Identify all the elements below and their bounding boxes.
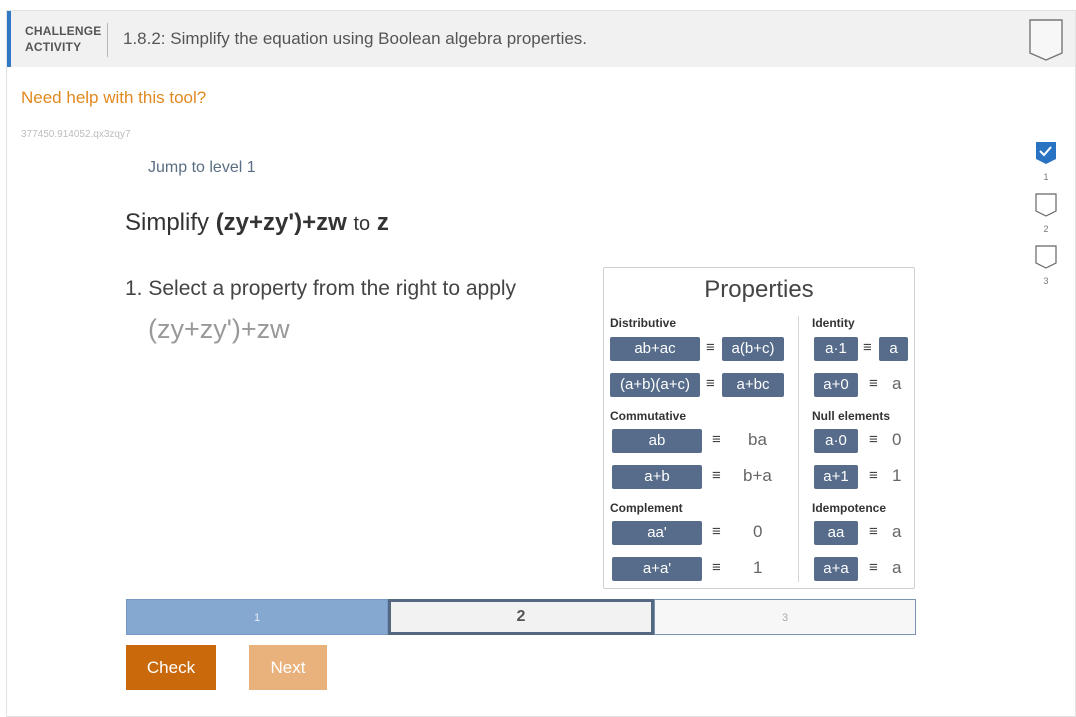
equiv-symbol: ≡ <box>869 467 878 484</box>
category-identity: Identity <box>812 316 855 330</box>
property-distributive2-expand-button[interactable]: a+bc <box>722 373 784 397</box>
current-expression: (zy+zy')+zw <box>148 314 290 344</box>
problem-target: z <box>376 209 389 236</box>
side-level-number: 1 <box>1043 172 1049 182</box>
complement-or-result: 1 <box>753 558 763 577</box>
commutative-or-result: b+a <box>743 466 772 485</box>
equiv-symbol: ≡ <box>869 431 878 448</box>
properties-title: Properties <box>704 276 814 303</box>
property-commutative-or-button[interactable]: a+b <box>612 465 702 489</box>
header-divider <box>107 23 108 57</box>
property-null-and-button[interactable]: a·0 <box>814 429 858 453</box>
header-accent-bar <box>7 11 11 67</box>
equiv-symbol: ≡ <box>712 431 721 448</box>
null-and-result: 0 <box>892 430 902 449</box>
category-null-elements: Null elements <box>812 409 891 423</box>
property-distributive-factor-button[interactable]: ab+ac <box>610 337 700 361</box>
equiv-symbol: ≡ <box>869 523 878 540</box>
equiv-symbol: ≡ <box>706 375 715 392</box>
level-incomplete-badge-icon <box>1035 245 1057 269</box>
identity-or-result: a <box>892 374 902 393</box>
category-complement: Complement <box>610 501 683 515</box>
equiv-symbol: ≡ <box>706 339 715 356</box>
activity-type-line1: CHALLENGE <box>25 24 102 38</box>
property-distributive2-factor-button[interactable]: (a+b)(a+c) <box>610 373 700 397</box>
properties-divider <box>798 316 799 582</box>
equiv-symbol: ≡ <box>869 559 878 576</box>
category-distributive: Distributive <box>610 316 677 330</box>
activity-type-label: CHALLENGE ACTIVITY <box>25 23 101 55</box>
property-idempotence-and-button[interactable]: aa <box>814 521 858 545</box>
problem-prefix: Simplify <box>125 209 210 236</box>
level-progress-bar: 1 2 3 <box>126 599 916 635</box>
side-level-1[interactable]: 1 <box>1035 141 1057 182</box>
property-identity-and-button[interactable]: a·1 <box>814 337 858 361</box>
level-segment-3[interactable]: 3 <box>654 599 916 635</box>
problem-to: to <box>353 213 371 235</box>
next-button[interactable]: Next <box>249 645 327 690</box>
property-complement-or-button[interactable]: a+a' <box>612 557 702 581</box>
activity-header: CHALLENGE ACTIVITY 1.8.2: Simplify the e… <box>7 11 1075 67</box>
side-level-2[interactable]: 2 <box>1035 193 1057 234</box>
completion-badge-icon <box>1029 19 1063 61</box>
property-identity-or-button[interactable]: a+0 <box>814 373 858 397</box>
level-incomplete-badge-icon <box>1035 193 1057 217</box>
property-null-or-button[interactable]: a+1 <box>814 465 858 489</box>
level-segment-2[interactable]: 2 <box>388 599 654 635</box>
property-idempotence-or-button[interactable]: a+a <box>814 557 858 581</box>
activity-type-line2: ACTIVITY <box>25 40 82 54</box>
help-link[interactable]: Need help with this tool? <box>21 88 206 108</box>
equiv-symbol: ≡ <box>712 559 721 576</box>
complement-and-result: 0 <box>753 522 763 541</box>
problem-statement: Simplify (zy+zy')+zw to z <box>125 209 389 237</box>
category-commutative: Commutative <box>610 409 687 423</box>
activity-title: 1.8.2: Simplify the equation using Boole… <box>123 29 588 48</box>
jump-to-level-link[interactable]: Jump to level 1 <box>148 159 256 177</box>
level-segment-1[interactable]: 1 <box>126 599 388 635</box>
idempotence-or-result: a <box>892 558 902 577</box>
challenge-activity-frame: CHALLENGE ACTIVITY 1.8.2: Simplify the e… <box>6 10 1076 717</box>
property-identity-and-result-button[interactable]: a <box>879 337 908 361</box>
commutative-and-result: ba <box>748 430 767 449</box>
category-idempotence: Idempotence <box>812 501 887 515</box>
check-button[interactable]: Check <box>126 645 216 690</box>
side-level-3[interactable]: 3 <box>1035 245 1057 286</box>
equiv-symbol: ≡ <box>863 339 872 356</box>
side-level-number: 2 <box>1043 224 1049 234</box>
properties-panel: Properties Distributive ab+ac ≡ a(b+c) (… <box>603 267 915 589</box>
level-completed-check-icon <box>1036 142 1056 164</box>
activity-id: 377450.914052.qx3zqy7 <box>21 129 131 140</box>
property-commutative-and-button[interactable]: ab <box>612 429 702 453</box>
idempotence-and-result: a <box>892 522 902 541</box>
equiv-symbol: ≡ <box>712 523 721 540</box>
null-or-result: 1 <box>892 466 902 485</box>
property-complement-and-button[interactable]: aa' <box>612 521 702 545</box>
property-distributive-expand-button[interactable]: a(b+c) <box>722 337 784 361</box>
equiv-symbol: ≡ <box>712 467 721 484</box>
side-level-number: 3 <box>1043 276 1049 286</box>
step-instruction: 1. Select a property from the right to a… <box>125 277 517 300</box>
equiv-symbol: ≡ <box>869 375 878 392</box>
problem-expression: (zy+zy')+zw <box>215 209 347 236</box>
